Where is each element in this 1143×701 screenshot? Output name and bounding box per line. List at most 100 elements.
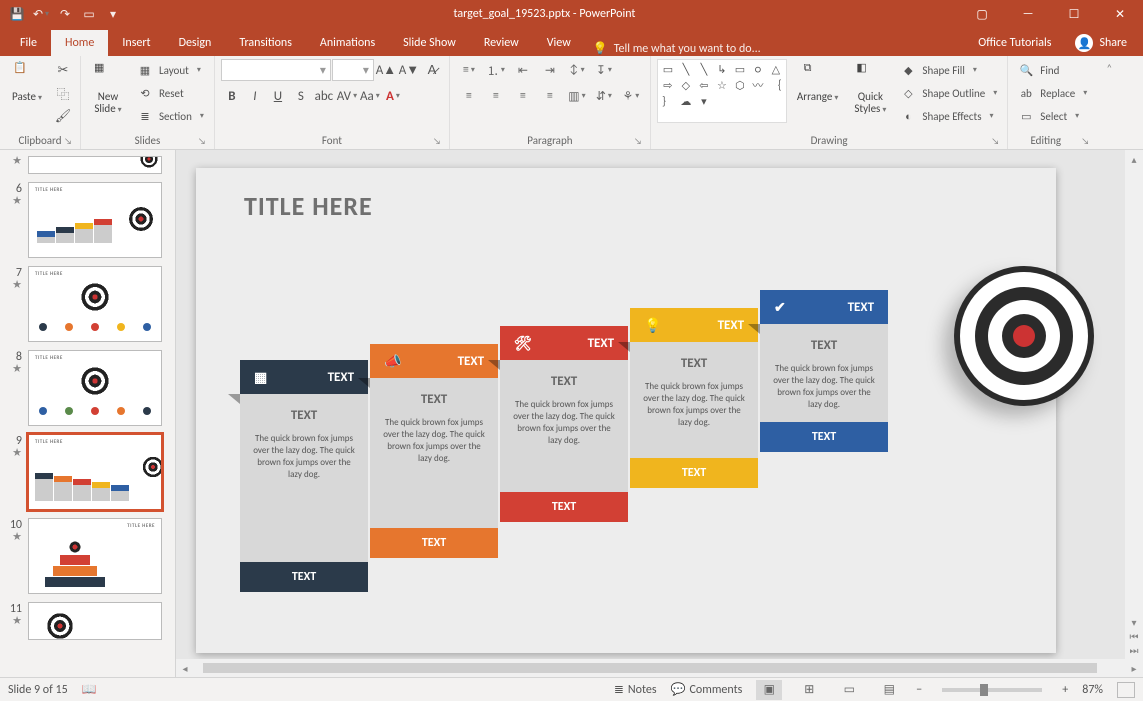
italic-button[interactable]: I <box>244 85 266 107</box>
target-graphic[interactable] <box>954 266 1094 406</box>
decrease-indent-button[interactable]: ⇤ <box>510 59 536 81</box>
increase-indent-button[interactable]: ⇥ <box>537 59 563 81</box>
align-right-button[interactable]: ≡ <box>510 85 536 107</box>
fit-to-window-button[interactable] <box>1117 682 1135 698</box>
scroll-down-button[interactable]: ▾ <box>1127 615 1141 629</box>
scroll-left-button[interactable]: ◂ <box>178 661 192 675</box>
tell-me-search[interactable]: 💡 Tell me what you want to do... <box>593 41 761 56</box>
slide-title[interactable]: TITLE HERE <box>244 190 373 222</box>
tab-animations[interactable]: Animations <box>306 30 389 56</box>
normal-view-button[interactable]: ▣ <box>756 680 782 700</box>
smartart-button[interactable]: ⚘ <box>618 85 644 107</box>
horizontal-scrollbar[interactable]: ◂ ▸ <box>176 659 1143 677</box>
columns-button[interactable]: ▥ <box>564 85 590 107</box>
paste-button[interactable]: 📋 Paste <box>6 59 48 106</box>
text-direction-button[interactable]: ↧ <box>591 59 617 81</box>
step-2[interactable]: 📣TEXT TEXTThe quick brown fox jumps over… <box>370 344 498 558</box>
tab-view[interactable]: View <box>533 30 585 56</box>
prev-slide-button[interactable]: ⏮ <box>1127 629 1141 643</box>
save-button[interactable]: 💾 <box>6 3 28 25</box>
section-button[interactable]: ≣Section <box>133 105 208 127</box>
scroll-right-button[interactable]: ▸ <box>1127 661 1141 675</box>
replace-button[interactable]: abReplace <box>1014 82 1091 104</box>
tab-design[interactable]: Design <box>165 30 226 56</box>
tab-slide-show[interactable]: Slide Show <box>389 30 470 56</box>
comments-button[interactable]: 💬Comments <box>671 682 743 697</box>
font-name-combo[interactable]: ▾ <box>221 59 331 81</box>
zoom-out-button[interactable]: − <box>916 683 922 697</box>
font-size-combo[interactable]: ▾ <box>332 59 374 81</box>
find-button[interactable]: 🔍Find <box>1014 59 1091 81</box>
tab-home[interactable]: Home <box>51 30 108 56</box>
slide-counter[interactable]: Slide 9 of 15 <box>8 683 68 697</box>
zoom-in-button[interactable]: + <box>1062 683 1068 697</box>
shape-outline-button[interactable]: ◇Shape Outline <box>896 82 1001 104</box>
hscroll-thumb[interactable] <box>203 663 1097 673</box>
spell-check-icon[interactable]: 📖 <box>82 682 97 697</box>
line-spacing-button[interactable]: ↕ <box>564 59 590 81</box>
shape-effects-button[interactable]: ◐Shape Effects <box>896 105 1001 127</box>
redo-button[interactable]: ↷ <box>54 3 76 25</box>
align-left-button[interactable]: ≡ <box>456 85 482 107</box>
shape-fill-button[interactable]: ◆Shape Fill <box>896 59 1001 81</box>
minimize-button[interactable]: — <box>1005 0 1051 28</box>
ribbon-display-options-button[interactable]: ▢ <box>959 0 1005 28</box>
layout-button[interactable]: ▦Layout <box>133 59 208 81</box>
strikethrough-button[interactable]: S <box>290 85 312 107</box>
share-button[interactable]: 👤 Share <box>1065 34 1137 52</box>
step-1[interactable]: ▦TEXT TEXTThe quick brown fox jumps over… <box>240 360 368 592</box>
cut-button[interactable]: ✂ <box>52 59 74 81</box>
bold-button[interactable]: B <box>221 85 243 107</box>
step-4[interactable]: 💡TEXT TEXTThe quick brown fox jumps over… <box>630 308 758 488</box>
decrease-font-button[interactable]: A▼ <box>398 59 420 81</box>
maximize-button[interactable]: ☐ <box>1051 0 1097 28</box>
zoom-level[interactable]: 87% <box>1082 683 1103 697</box>
scroll-up-button[interactable]: ▴ <box>1127 152 1141 166</box>
vertical-scrollbar[interactable]: ▴ ▾ ⏮ ⏭ <box>1125 150 1143 659</box>
tab-insert[interactable]: Insert <box>108 30 164 56</box>
slide-thumbnails-panel[interactable]: ★ 6★ TITLE HERE 7★ TITLE HERE 8★ TITLE H… <box>0 150 176 677</box>
thumbnail-7[interactable]: 7★ TITLE HERE <box>0 262 175 346</box>
zoom-slider[interactable] <box>942 688 1042 692</box>
bullets-button[interactable]: ≡ <box>456 59 482 81</box>
slide-canvas[interactable]: TITLE HERE ▦TEXT TEXTThe quick brown fox… <box>176 150 1143 659</box>
qat-customize-button[interactable]: ▾ <box>102 3 124 25</box>
notes-button[interactable]: ≣Notes <box>614 682 657 697</box>
thumbnail-5[interactable]: ★ <box>0 152 175 178</box>
select-button[interactable]: ▭Select <box>1014 105 1091 127</box>
collapse-ribbon-button[interactable]: ˄ <box>1097 56 1121 149</box>
thumbnail-10[interactable]: 10★ TITLE HERE <box>0 514 175 598</box>
new-slide-button[interactable]: ▦ New Slide <box>87 59 129 118</box>
tab-transitions[interactable]: Transitions <box>225 30 306 56</box>
arrange-button[interactable]: ⧉ Arrange <box>791 59 844 106</box>
shapes-gallery[interactable]: ▭╲╲↳▭○ △⇨◇⇦☆⬡ 〰｛｝☁▾ <box>657 59 787 123</box>
next-slide-button[interactable]: ⏭ <box>1127 643 1141 657</box>
tab-file[interactable]: File <box>6 30 51 56</box>
step-3[interactable]: 🛠TEXT TEXTThe quick brown fox jumps over… <box>500 326 628 522</box>
copy-button[interactable]: ⿻ <box>52 82 74 104</box>
hscroll-track[interactable] <box>194 661 1125 675</box>
slide[interactable]: TITLE HERE ▦TEXT TEXTThe quick brown fox… <box>196 168 1056 653</box>
thumbnail-11[interactable]: 11★ <box>0 598 175 644</box>
zoom-thumb[interactable] <box>980 684 988 696</box>
step-5[interactable]: ✔TEXT TEXTThe quick brown fox jumps over… <box>760 290 888 452</box>
text-shadow-button[interactable]: abc <box>313 85 335 107</box>
office-tutorials-link[interactable]: Office Tutorials <box>964 30 1065 56</box>
increase-font-button[interactable]: A▲ <box>375 59 397 81</box>
reset-button[interactable]: ⟲Reset <box>133 82 208 104</box>
undo-button[interactable]: ↶ <box>30 3 52 25</box>
clear-formatting-button[interactable]: A̷ <box>421 59 443 81</box>
numbering-button[interactable]: ⒈ <box>483 59 509 81</box>
quick-styles-button[interactable]: ◧ Quick Styles <box>848 59 892 118</box>
thumbnail-8[interactable]: 8★ TITLE HERE <box>0 346 175 430</box>
thumbnail-6[interactable]: 6★ TITLE HERE <box>0 178 175 262</box>
thumbnail-9[interactable]: 9★ TITLE HERE <box>0 430 175 514</box>
start-from-beginning-button[interactable]: ▭ <box>78 3 100 25</box>
reading-view-button[interactable]: ▭ <box>836 680 862 700</box>
underline-button[interactable]: U <box>267 85 289 107</box>
tab-review[interactable]: Review <box>470 30 533 56</box>
change-case-button[interactable]: Aa <box>359 85 381 107</box>
format-painter-button[interactable]: 🖌 <box>52 105 74 127</box>
font-color-button[interactable]: A <box>382 85 404 107</box>
slide-sorter-view-button[interactable]: ⊞ <box>796 680 822 700</box>
